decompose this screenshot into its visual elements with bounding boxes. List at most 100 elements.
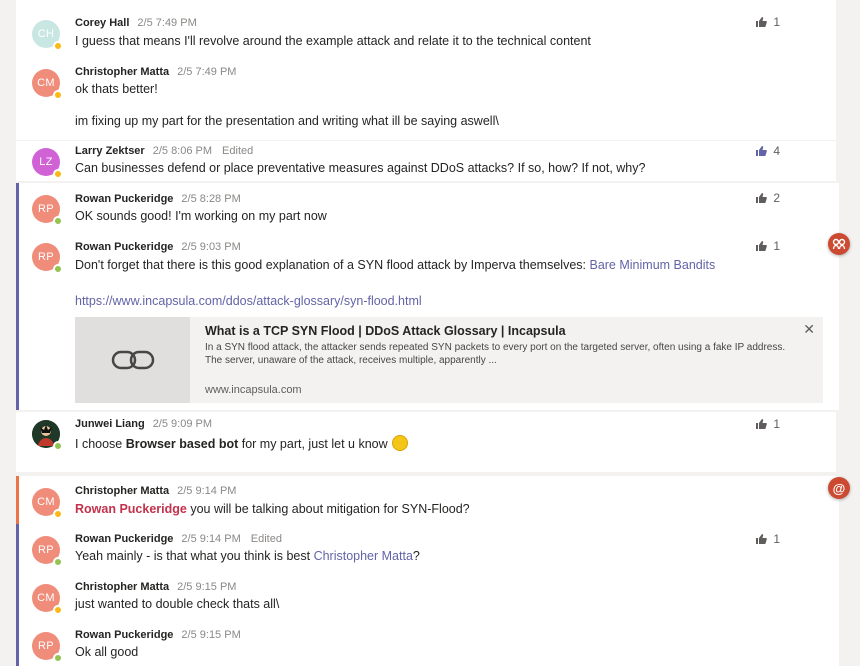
message-text: OK sounds good! I'm working on my part n… (75, 209, 327, 223)
smile-emoji-icon (391, 435, 408, 451)
thumbs-up-icon (756, 17, 768, 27)
status-available-icon (53, 557, 63, 567)
like-count: 4 (773, 144, 780, 158)
message-thread (16, 476, 839, 524)
author-name[interactable]: Larry Zektser (75, 145, 145, 157)
link-preview-card[interactable]: What is a TCP SYN Flood | DDoS Attack Gl… (75, 317, 823, 403)
url-link[interactable]: https://www.incapsula.com/ddos/attack-gl… (75, 294, 422, 308)
like-count: 2 (773, 191, 780, 205)
message-text: I choose Browser based bot for my part, … (75, 435, 408, 451)
message-text: I guess that means I'll revolve around t… (75, 34, 591, 48)
avatar[interactable]: LZ (32, 148, 63, 179)
like-count: 1 (773, 15, 780, 29)
avatar-initials: CM (37, 77, 55, 89)
mention[interactable]: Christopher Matta (314, 549, 413, 563)
edited-label: Edited (250, 533, 282, 545)
message-text: Don't forget that there is this good exp… (75, 258, 715, 272)
avatar-initials: RP (38, 251, 54, 263)
message-text-body: for my part, just let u know (238, 437, 388, 451)
message-text-body: I choose (75, 437, 126, 451)
avatar[interactable]: CH (32, 20, 63, 51)
author-name[interactable]: Christopher Matta (75, 485, 169, 497)
thumbs-up-icon (756, 419, 768, 429)
author-name[interactable]: Rowan Puckeridge (75, 241, 173, 253)
message-text-body: Don't forget that there is this good exp… (75, 258, 590, 272)
timestamp: 2/5 9:03 PM (181, 241, 241, 253)
message-text-body: Yeah mainly - is that what you think is … (75, 549, 314, 563)
like-reaction[interactable]: 1 (755, 417, 780, 431)
message-text-bold: Browser based bot (125, 437, 239, 451)
message-header: Rowan Puckeridge 2/5 9:15 PM (75, 629, 241, 641)
message-header: Christopher Matta 2/5 9:15 PM (75, 581, 236, 593)
avatar[interactable]: RP (32, 195, 63, 226)
channel-link[interactable]: Bare Minimum Bandits (589, 258, 715, 272)
link-preview-description: In a SYN flood attack, the attacker send… (205, 342, 786, 366)
avatar-initials: CH (37, 28, 55, 40)
avatar-initials: RP (38, 203, 54, 215)
timestamp: 2/5 7:49 PM (137, 17, 197, 29)
mention[interactable]: Rowan Puckeridge (75, 502, 187, 516)
link-preview-thumbnail (75, 317, 190, 403)
url-text[interactable]: https://www.incapsula.com/ddos/attack-gl… (75, 294, 422, 308)
thumbs-up-icon (756, 146, 768, 156)
status-available-icon (53, 264, 63, 274)
like-reaction[interactable]: 2 (755, 191, 780, 205)
author-name[interactable]: Rowan Puckeridge (75, 629, 173, 641)
message-text: Rowan Puckeridge you will be talking abo… (75, 502, 470, 516)
status-available-icon (53, 216, 63, 226)
avatar[interactable]: CM (32, 584, 63, 615)
status-away-icon (53, 605, 63, 615)
avatar[interactable] (32, 420, 63, 451)
author-name[interactable]: Christopher Matta (75, 66, 169, 78)
author-name[interactable]: Rowan Puckeridge (75, 533, 173, 545)
link-preview-title[interactable]: What is a TCP SYN Flood | DDoS Attack Gl… (205, 324, 566, 338)
like-reaction[interactable]: 1 (755, 15, 780, 29)
timestamp: 2/5 9:14 PM (181, 533, 241, 545)
message-header: Rowan Puckeridge 2/5 9:14 PM Edited (75, 533, 282, 545)
author-name[interactable]: Junwei Liang (75, 418, 145, 430)
message-header: Corey Hall 2/5 7:49 PM (75, 17, 197, 29)
timestamp: 2/5 7:49 PM (177, 66, 237, 78)
like-reaction[interactable]: 1 (755, 239, 780, 253)
avatar-initials: LZ (39, 156, 53, 168)
author-name[interactable]: Rowan Puckeridge (75, 193, 173, 205)
author-name[interactable]: Christopher Matta (75, 581, 169, 593)
close-icon[interactable]: ✕ (803, 321, 815, 338)
message-text: Ok all good (75, 645, 139, 659)
message-text: Can businesses defend or place preventat… (75, 161, 646, 175)
message-header: Christopher Matta 2/5 9:14 PM (75, 485, 236, 497)
avatar[interactable]: RP (32, 632, 63, 663)
like-reaction[interactable]: 4 (755, 144, 780, 158)
app-icon[interactable] (828, 233, 850, 255)
message-header: Rowan Puckeridge 2/5 9:03 PM (75, 241, 241, 253)
message-text: ok thats better! (75, 82, 158, 96)
link-preview-domain: www.incapsula.com (205, 384, 302, 396)
timestamp: 2/5 9:09 PM (152, 418, 213, 430)
message-header: Larry Zektser 2/5 8:06 PM Edited (75, 145, 253, 157)
link-icon (111, 350, 154, 370)
at-sign-icon: @ (832, 480, 846, 496)
thumbs-up-icon (756, 241, 768, 251)
avatar[interactable]: RP (32, 536, 63, 567)
like-reaction[interactable]: 1 (755, 532, 780, 546)
status-available-icon (53, 441, 63, 451)
message-text: im fixing up my part for the presentatio… (75, 114, 499, 128)
avatar[interactable]: CM (32, 69, 63, 100)
timestamp: 2/5 9:15 PM (181, 629, 241, 641)
message-header: Rowan Puckeridge 2/5 8:28 PM (75, 193, 241, 205)
status-away-icon (53, 169, 63, 179)
message-text-body: ? (412, 549, 420, 563)
app-glyph-icon (832, 238, 846, 250)
like-count: 1 (773, 417, 780, 431)
avatar[interactable]: CM (32, 488, 63, 519)
timestamp: 2/5 9:15 PM (177, 581, 237, 593)
message-header: Christopher Matta 2/5 7:49 PM (75, 66, 236, 78)
avatar[interactable]: RP (32, 243, 63, 274)
author-name[interactable]: Corey Hall (75, 17, 129, 29)
status-away-icon (53, 509, 63, 519)
message-header: Junwei Liang 2/5 9:09 PM (75, 418, 212, 430)
mention-icon[interactable]: @ (828, 477, 850, 499)
timestamp: 2/5 8:28 PM (181, 193, 241, 205)
status-away-icon (53, 41, 63, 51)
edited-label: Edited (222, 145, 254, 157)
